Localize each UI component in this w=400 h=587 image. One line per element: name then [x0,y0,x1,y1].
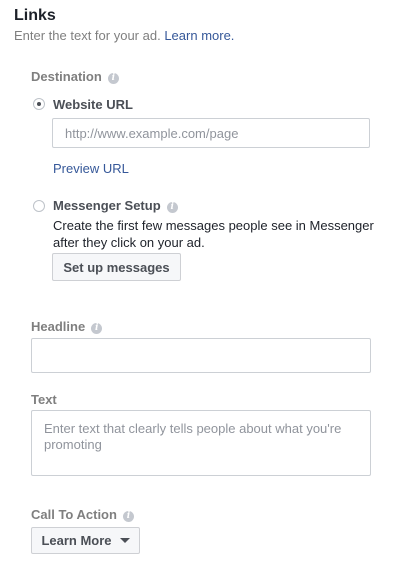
messenger-setup-radio[interactable] [33,200,45,212]
headline-label-text: Headline [31,319,86,334]
website-url-label[interactable]: Website URL [53,97,133,112]
ad-text-textarea[interactable] [31,410,371,476]
messenger-setup-label-text: Messenger Setup [53,198,161,213]
info-icon[interactable]: i [107,73,119,84]
info-icon[interactable]: i [91,323,103,334]
messenger-description: Create the first few messages people see… [53,218,374,250]
website-url-radio[interactable] [33,98,45,110]
cta-selected-value: Learn More [41,533,112,548]
info-icon[interactable]: i [166,202,178,213]
caret-down-icon [119,538,130,543]
preview-url-link[interactable]: Preview URL [53,161,129,176]
subtitle-text: Enter the text for your ad. [14,28,161,43]
call-to-action-dropdown[interactable]: Learn More [31,527,140,554]
messenger-setup-label[interactable]: Messenger Setup i [53,198,178,213]
info-icon[interactable]: i [122,511,134,522]
section-subtitle: Enter the text for your ad. Learn more. [14,28,234,43]
text-label: Text [31,392,57,407]
headline-input[interactable] [31,338,371,373]
cta-label-text: Call To Action [31,507,117,522]
destination-label-text: Destination [31,69,102,84]
destination-label: Destination i [31,69,119,84]
website-url-input[interactable] [52,118,370,148]
section-title: Links [14,7,56,24]
set-up-messages-button[interactable]: Set up messages [52,253,181,281]
cta-label: Call To Action i [31,507,134,522]
headline-label: Headline i [31,319,103,334]
learn-more-link[interactable]: Learn more. [164,28,234,43]
